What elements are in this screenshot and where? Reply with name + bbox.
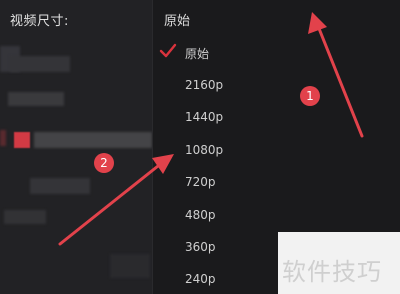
arrow-2-shaft: [58, 164, 160, 246]
arrow-1-head: [308, 12, 327, 34]
annotation-badge-1: 1: [300, 86, 320, 106]
annotation-badge-2: 2: [94, 153, 114, 173]
arrow-1-shaft: [316, 24, 364, 138]
watermark-text: 软件技巧: [282, 258, 382, 286]
arrow-2-head: [152, 154, 174, 174]
